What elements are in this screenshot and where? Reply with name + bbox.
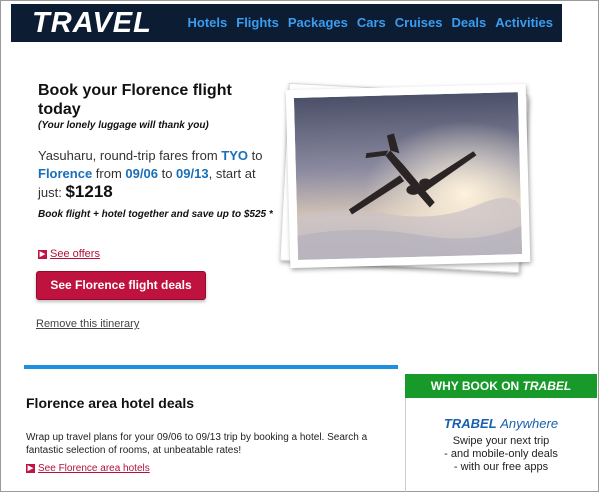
email-frame: TRAVEL Hotels Flights Packages Cars Crui… xyxy=(0,0,599,492)
bundle-savings-text: Book flight + hotel together and save up… xyxy=(38,209,273,220)
nav-packages[interactable]: Packages xyxy=(288,15,348,30)
see-offers-link[interactable]: See offers xyxy=(50,248,100,260)
why-line-3: - with our free apps xyxy=(453,461,549,473)
airplane-image xyxy=(293,92,523,260)
why-book-brand: TRABEL xyxy=(522,379,572,393)
nav-flights[interactable]: Flights xyxy=(236,15,279,30)
destination-city: Florence xyxy=(38,166,93,181)
why-book-banner: WHY BOOK ON TRABEL xyxy=(405,374,597,398)
fares-to-2: to xyxy=(157,166,177,181)
airplane-photo[interactable] xyxy=(285,83,531,269)
header-bar: TRAVEL Hotels Flights Packages Cars Crui… xyxy=(11,4,562,42)
nav: Hotels Flights Packages Cars Cruises Dea… xyxy=(188,15,553,30)
hotel-deals-text: Wrap up travel plans for your 09/06 to 0… xyxy=(26,432,368,456)
why-book-text: Swipe your next trip - and mobile-only d… xyxy=(406,435,596,474)
page-title: Book your Florence flight today xyxy=(38,82,232,118)
anywhere-word: Anywhere xyxy=(500,416,559,431)
nav-cruises[interactable]: Cruises xyxy=(395,15,443,30)
fares-from: from xyxy=(92,166,126,181)
anywhere-brand: TRABEL xyxy=(443,416,497,431)
nav-deals[interactable]: Deals xyxy=(451,15,486,30)
page-subtitle: (Your lonely luggage will thank you) xyxy=(38,120,209,131)
why-line-2: - and mobile-only deals xyxy=(444,448,558,460)
fares-to: to xyxy=(248,148,263,163)
fare-price: $1218 xyxy=(65,182,113,201)
logo[interactable]: TRAVEL xyxy=(32,7,152,40)
chevron-right-icon: ▶ xyxy=(26,464,35,473)
nav-cars[interactable]: Cars xyxy=(357,15,386,30)
depart-date: 09/06 xyxy=(125,166,158,181)
see-offers-row: ▶ See offers xyxy=(38,248,100,260)
flight-deals-button[interactable]: See Florence flight deals xyxy=(36,271,206,300)
remove-itinerary-link[interactable]: Remove this itinerary xyxy=(36,318,139,330)
fares-prefix: Yasuharu, round-trip fares from xyxy=(38,148,222,163)
fares-text: Yasuharu, round-trip fares from TYO to F… xyxy=(38,147,263,202)
nav-activities[interactable]: Activities xyxy=(495,15,553,30)
hotel-link-row: ▶ See Florence area hotels xyxy=(26,463,150,474)
nav-hotels[interactable]: Hotels xyxy=(188,15,228,30)
why-book-prefix: WHY BOOK ON xyxy=(430,379,523,393)
section-divider xyxy=(24,365,398,369)
hotel-deals-title: Florence area hotel deals xyxy=(26,395,195,411)
airplane-photo-stack xyxy=(279,82,532,275)
why-line-1: Swipe your next trip xyxy=(452,435,550,447)
chevron-right-icon: ▶ xyxy=(38,249,47,259)
return-date: 09/13 xyxy=(176,166,209,181)
see-hotels-link[interactable]: See Florence area hotels xyxy=(38,463,150,474)
origin-code: TYO xyxy=(221,148,249,163)
why-book-box: TRABEL Anywhere Swipe your next trip - a… xyxy=(405,398,597,492)
anywhere-heading[interactable]: TRABEL Anywhere xyxy=(406,416,596,431)
